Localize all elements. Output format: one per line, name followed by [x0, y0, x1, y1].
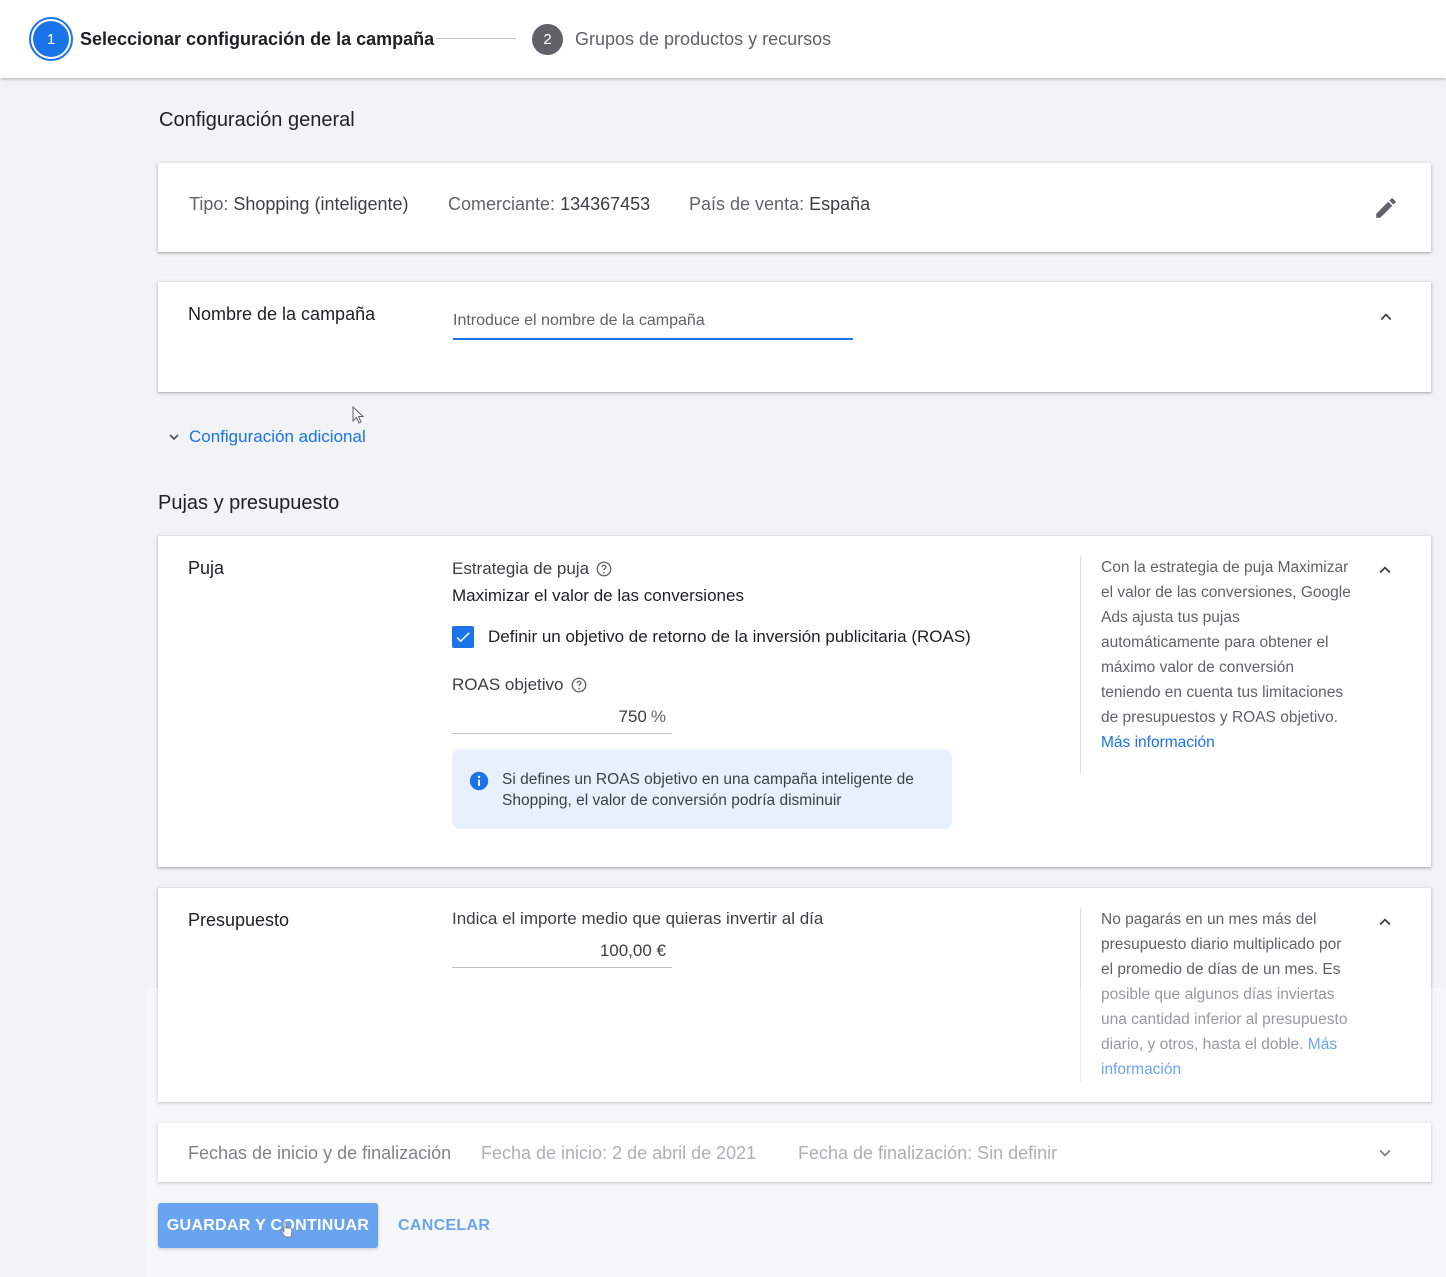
chevron-up-icon[interactable] — [1375, 306, 1397, 328]
type-summary: Tipo: Shopping (inteligente) — [189, 194, 409, 215]
country-summary: País de venta: España — [689, 194, 870, 215]
hand-cursor-icon — [280, 1221, 293, 1238]
type-value: Shopping (inteligente) — [233, 194, 409, 214]
campaign-name-label: Nombre de la campaña — [188, 304, 376, 324]
bid-side-divider — [1080, 556, 1081, 774]
mouse-cursor-icon — [352, 406, 365, 424]
chevron-up-icon[interactable] — [1374, 559, 1396, 581]
additional-settings-toggle[interactable]: Configuración adicional — [165, 427, 366, 447]
step-2[interactable]: 2 Grupos de productos y recursos — [532, 17, 831, 61]
country-value: España — [809, 194, 871, 214]
budget-help-text: No pagarás en un mes más del presupuesto… — [1101, 907, 1356, 1082]
bid-learn-more-link[interactable]: Más información — [1101, 734, 1215, 751]
budget-label: Presupuesto — [188, 910, 290, 930]
step-2-label: Grupos de productos y recursos — [575, 28, 832, 49]
country-label: País de venta: — [689, 194, 805, 214]
campaign-name-card: Nombre de la campaña — [158, 282, 1431, 392]
bid-label: Puja — [188, 558, 225, 578]
type-label: Tipo: — [189, 194, 229, 214]
campaign-name-input[interactable] — [453, 304, 853, 340]
merchant-summary: Comerciante: 134367453 — [448, 194, 650, 215]
roas-target-input[interactable]: 750% — [452, 700, 672, 734]
roas-target-value: 750 — [618, 707, 647, 726]
bid-strategy-title-text: Estrategia de puja — [452, 559, 590, 578]
step-1-number: 1 — [33, 21, 69, 57]
help-circle-icon[interactable] — [570, 676, 588, 694]
roas-target-title-text: ROAS objetivo — [452, 675, 564, 694]
step-1-indicator: 1 — [29, 17, 73, 61]
cancel-button[interactable]: CANCELAR — [384, 1203, 504, 1248]
step-2-number: 2 — [532, 23, 563, 55]
step-1-label: Seleccionar configuración de la campaña — [80, 28, 435, 49]
chevron-down-icon[interactable] — [1374, 1142, 1396, 1164]
help-circle-icon[interactable] — [595, 560, 613, 578]
bidding-budget-section-title: Pujas y presupuesto — [158, 492, 340, 514]
additional-settings-label: Configuración adicional — [189, 427, 366, 446]
budget-field-title: Indica el importe medio que quieras inve… — [452, 909, 824, 928]
budget-help-text-body: No pagarás en un mes más del presupuesto… — [1101, 911, 1348, 1053]
bid-help-text: Con la estrategia de puja Maximizar el v… — [1101, 555, 1356, 755]
general-summary-card: Tipo: Shopping (inteligente) Comerciante… — [158, 163, 1431, 252]
checkmark-icon — [456, 632, 470, 643]
roas-target-unit: % — [650, 707, 666, 726]
edit-pencil-icon[interactable] — [1373, 195, 1399, 221]
stepper-bar: 1 Seleccionar configuración de la campañ… — [0, 0, 1446, 78]
dates-label: Fechas de inicio y de finalización — [188, 1143, 452, 1163]
info-icon — [469, 771, 489, 791]
roas-info-text: Si defines un ROAS objetivo en una campa… — [502, 771, 914, 809]
budget-card: Presupuesto Indica el importe medio que … — [158, 888, 1431, 1102]
budget-input[interactable]: 100,00 € — [452, 934, 672, 968]
merchant-label: Comerciante: — [448, 194, 556, 214]
bid-strategy-value: Maximizar el valor de las conversiones — [452, 586, 744, 605]
step-1[interactable]: 1 Seleccionar configuración de la campañ… — [29, 17, 434, 61]
bid-help-text-body: Con la estrategia de puja Maximizar el v… — [1101, 559, 1351, 726]
step-connector — [436, 38, 516, 39]
merchant-value: 134367453 — [560, 194, 651, 214]
roas-checkbox[interactable] — [452, 626, 474, 648]
bid-card: Puja Estrategia de puja Maximizar el val… — [158, 536, 1431, 867]
end-date-summary: Fecha de finalización: Sin definir — [798, 1143, 1058, 1163]
roas-target-title: ROAS objetivo — [452, 675, 588, 695]
start-date-summary: Fecha de inicio: 2 de abril de 2021 — [481, 1143, 757, 1163]
general-section-title: Configuración general — [159, 109, 355, 131]
roas-info-box: Si defines un ROAS objetivo en una campa… — [452, 749, 952, 829]
dates-card[interactable]: Fechas de inicio y de finalización Fecha… — [158, 1123, 1431, 1182]
bid-strategy-title: Estrategia de puja — [452, 559, 613, 579]
roas-checkbox-label[interactable]: Definir un objetivo de retorno de la inv… — [488, 627, 971, 647]
budget-side-divider — [1080, 908, 1081, 1082]
chevron-up-icon[interactable] — [1374, 911, 1396, 933]
save-continue-button[interactable]: GUARDAR Y CONTINUAR — [158, 1203, 378, 1248]
chevron-down-icon — [169, 434, 179, 440]
